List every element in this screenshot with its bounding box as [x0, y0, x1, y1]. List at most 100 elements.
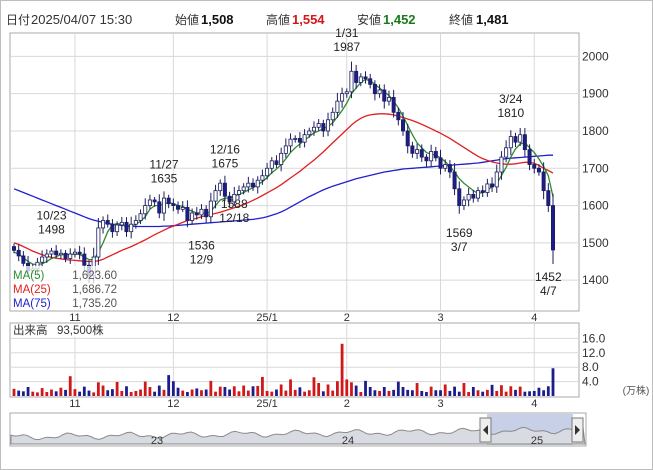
price-annotation: 11/271635	[149, 158, 178, 186]
volume-bar	[21, 391, 25, 396]
ma75-legend-label: MA(75)	[13, 298, 51, 310]
annotation-date: 1569	[446, 226, 473, 240]
volume-bar	[148, 387, 152, 396]
annotation-value: 1987	[333, 40, 360, 54]
candle-body-up	[40, 256, 45, 263]
volume-bar	[378, 390, 381, 396]
volume-bar	[321, 391, 325, 396]
ma75-legend-value: 1,735.20	[72, 298, 117, 310]
volume-bar	[457, 391, 461, 396]
volume-bar	[448, 390, 452, 396]
volume-bar	[509, 386, 513, 396]
candle-body-up	[44, 253, 49, 258]
candle-body-down	[171, 203, 176, 206]
volume-bar	[186, 392, 189, 396]
volume-bar	[261, 376, 264, 396]
volume-bar	[434, 390, 438, 396]
volume-bar	[368, 387, 372, 396]
candle-body-down	[204, 208, 209, 218]
candle-body-down	[11, 246, 16, 251]
candle-body-down	[321, 123, 326, 132]
candle-body-down	[152, 199, 157, 203]
annotation-date: 1536	[188, 238, 215, 252]
navigator-left-handle[interactable]	[479, 417, 492, 443]
volume-bar	[218, 386, 222, 396]
volume-bar	[481, 391, 485, 396]
navigator-right-handle[interactable]	[571, 417, 584, 443]
volume-bar	[162, 389, 166, 396]
volume-bar	[289, 379, 292, 396]
month-label: 4	[531, 312, 537, 324]
volume-bar	[453, 386, 456, 396]
navigator-year-label: 24	[342, 435, 354, 447]
annotation-value: 1498	[38, 223, 65, 237]
candle-body-down	[513, 136, 518, 143]
candle-body-up	[466, 193, 471, 201]
ma5-legend-value: 1,623.60	[72, 270, 117, 282]
candle-body-down	[382, 89, 387, 102]
candle-body-down	[419, 149, 424, 158]
annotation-date: 1452	[535, 270, 562, 284]
candle-body-down	[396, 111, 401, 121]
candle-body-down	[274, 160, 279, 165]
candle-body-up	[101, 220, 106, 229]
volume-bar	[500, 385, 503, 396]
volume-bar	[246, 390, 250, 396]
volume-bar	[36, 392, 39, 396]
month-label: 12	[167, 398, 179, 410]
candle-body-up	[344, 91, 349, 95]
candle-body-down	[176, 205, 181, 210]
volume-bar	[331, 390, 335, 396]
candle-body-down	[438, 157, 443, 169]
candle-body-down	[77, 251, 82, 255]
range-navigator[interactable]: 23 24 25	[9, 412, 587, 447]
month-label: 3	[437, 398, 443, 410]
candle-body-down	[401, 119, 406, 132]
candle-body-down	[405, 130, 410, 147]
candle-body-down	[490, 183, 495, 188]
volume-bar	[251, 386, 255, 396]
volume-bar	[167, 375, 171, 396]
candle-body-up	[279, 152, 284, 165]
candle-body-up	[129, 223, 134, 233]
volume-bar	[270, 391, 274, 396]
volume-bar	[214, 391, 217, 396]
month-label: 2	[344, 312, 350, 324]
candle-body-down	[363, 76, 368, 80]
volume-tick-label: 8.0	[582, 360, 599, 374]
candle-body-down	[452, 171, 457, 190]
candle-body-up	[49, 250, 54, 255]
volume-bar	[350, 382, 353, 396]
candle-body-up	[283, 145, 288, 154]
candle-body-down	[532, 164, 537, 169]
price-tick-label: 1900	[582, 87, 609, 101]
candle-body-down	[251, 182, 256, 188]
candle-body-up	[302, 134, 307, 143]
candle-body-down	[457, 188, 462, 206]
volume-bar	[387, 390, 391, 396]
volume-bar	[171, 381, 175, 396]
volume-bar	[284, 390, 288, 396]
volume-bar	[537, 387, 541, 396]
volume-bar	[275, 389, 278, 396]
volume-bar	[345, 379, 349, 396]
volume-bar	[92, 392, 96, 396]
annotation-value: 12/9	[190, 252, 214, 266]
candle-body-up	[494, 171, 499, 188]
volume-bar	[279, 384, 283, 396]
volume-bar	[157, 385, 161, 396]
candle-body-up	[199, 208, 204, 216]
annotation-date: 1/31	[335, 26, 359, 40]
volume-value: 93,500株	[57, 323, 104, 337]
ma25-legend-value: 1,686.72	[72, 284, 117, 296]
candle-body-up	[358, 76, 363, 83]
volume-bar	[415, 383, 419, 396]
volume-bar	[73, 389, 77, 396]
candle-body-down	[546, 190, 551, 206]
annotation-date: 1588	[221, 197, 248, 211]
volume-bar	[546, 386, 550, 396]
candle-body-up	[461, 199, 466, 206]
volume-bar	[125, 386, 128, 396]
volume-bar	[78, 391, 82, 396]
candle-body-up	[386, 97, 391, 102]
